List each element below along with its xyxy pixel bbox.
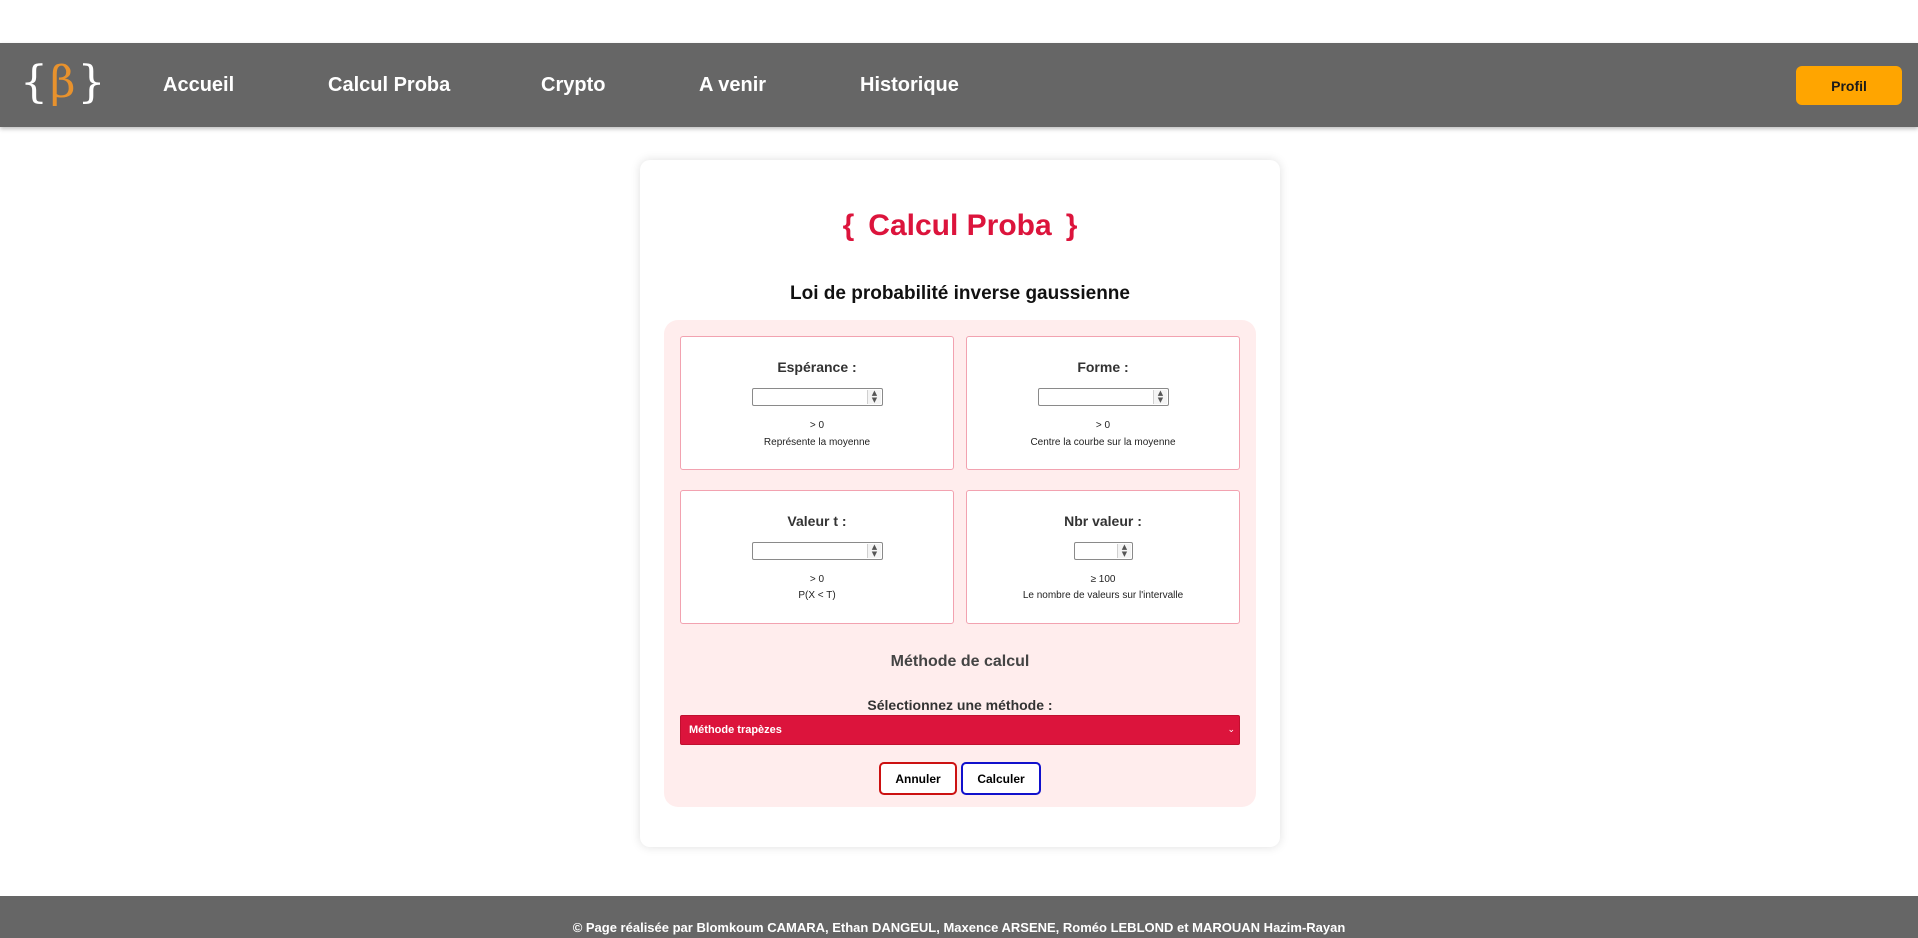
nbr-valeur-input[interactable]: ▲ ▼ (1074, 542, 1133, 560)
logo-beta-symbol: β (50, 57, 76, 108)
nbr-valeur-label: Nbr valeur : (1064, 513, 1142, 529)
top-navbar: { β } Accueil Calcul Proba Crypto A veni… (0, 43, 1918, 127)
method-select-value: Méthode trapèzes (689, 724, 782, 736)
method-select[interactable]: Méthode trapèzes ⌄ (680, 715, 1240, 745)
spinner-arrows-icon[interactable]: ▲ ▼ (867, 390, 881, 404)
nav-link-a-venir[interactable]: A venir (699, 43, 766, 127)
page-title: { Calcul Proba} (640, 206, 1280, 246)
nav-link-historique[interactable]: Historique (860, 43, 959, 127)
chevron-down-icon: ⌄ (1227, 725, 1235, 735)
profile-button[interactable]: Profil (1796, 66, 1902, 105)
title-close-brace: } (1065, 209, 1078, 242)
nbr-valeur-description: Le nombre de valeurs sur l'intervalle (1022, 590, 1184, 601)
nav-link-accueil[interactable]: Accueil (163, 43, 234, 127)
parameters-form: Espérance : ▲ ▼ > 0 Représente la moyenne… (664, 320, 1256, 807)
valeur-t-description: P(X < T) (798, 590, 836, 601)
logo-right-brace: } (77, 57, 106, 108)
param-box-esperance: Espérance : ▲ ▼ > 0 Représente la moyenne (680, 336, 954, 470)
distribution-subtitle: Loi de probabilité inverse gaussienne (790, 283, 1130, 304)
nav-link-calcul-proba[interactable]: Calcul Proba (328, 43, 450, 127)
forme-constraint: > 0 (1095, 420, 1111, 431)
forme-input[interactable]: ▲ ▼ (1038, 388, 1169, 406)
esperance-description: Représente la moyenne (763, 437, 871, 448)
valeur-t-label: Valeur t : (787, 513, 847, 529)
esperance-input[interactable]: ▲ ▼ (752, 388, 883, 406)
nav-link-crypto[interactable]: Crypto (541, 43, 605, 127)
cancel-button[interactable]: Annuler (879, 762, 957, 795)
valeur-t-input[interactable]: ▲ ▼ (752, 542, 883, 560)
forme-description: Centre la courbe sur la moyenne (1030, 437, 1176, 448)
logo[interactable]: { β } (20, 53, 105, 113)
param-box-forme: Forme : ▲ ▼ > 0 Centre la courbe sur la m… (966, 336, 1240, 470)
esperance-constraint: > 0 (809, 420, 825, 431)
logo-left-brace: { (20, 57, 48, 108)
method-section-title: Méthode de calcul (890, 653, 1030, 670)
spinner-arrows-icon[interactable]: ▲ ▼ (1153, 390, 1167, 404)
calculator-card: { Calcul Proba} Loi de probabilité invers… (640, 160, 1280, 847)
footer: © Page réalisée par Blomkoum CAMARA, Eth… (0, 896, 1918, 938)
spinner-arrows-icon[interactable]: ▲ ▼ (1117, 544, 1131, 558)
title-text: Calcul Proba (868, 209, 1052, 242)
title-open-brace: { (842, 209, 855, 242)
esperance-label: Espérance : (777, 359, 857, 375)
calculate-button[interactable]: Calculer (961, 762, 1041, 795)
nbr-valeur-constraint: ≥ 100 (1090, 574, 1116, 585)
footer-credits: © Page réalisée par Blomkoum CAMARA, Eth… (572, 920, 1346, 935)
spinner-arrows-icon[interactable]: ▲ ▼ (867, 544, 881, 558)
method-select-label: Sélectionnez une méthode : (867, 697, 1053, 713)
forme-label: Forme : (1077, 359, 1129, 375)
param-box-valeur-t: Valeur t : ▲ ▼ > 0 P(X < T) (680, 490, 954, 624)
param-box-nbr-valeur: Nbr valeur : ▲ ▼ ≥ 100 Le nombre de valeu… (966, 490, 1240, 624)
valeur-t-constraint: > 0 (809, 574, 825, 585)
